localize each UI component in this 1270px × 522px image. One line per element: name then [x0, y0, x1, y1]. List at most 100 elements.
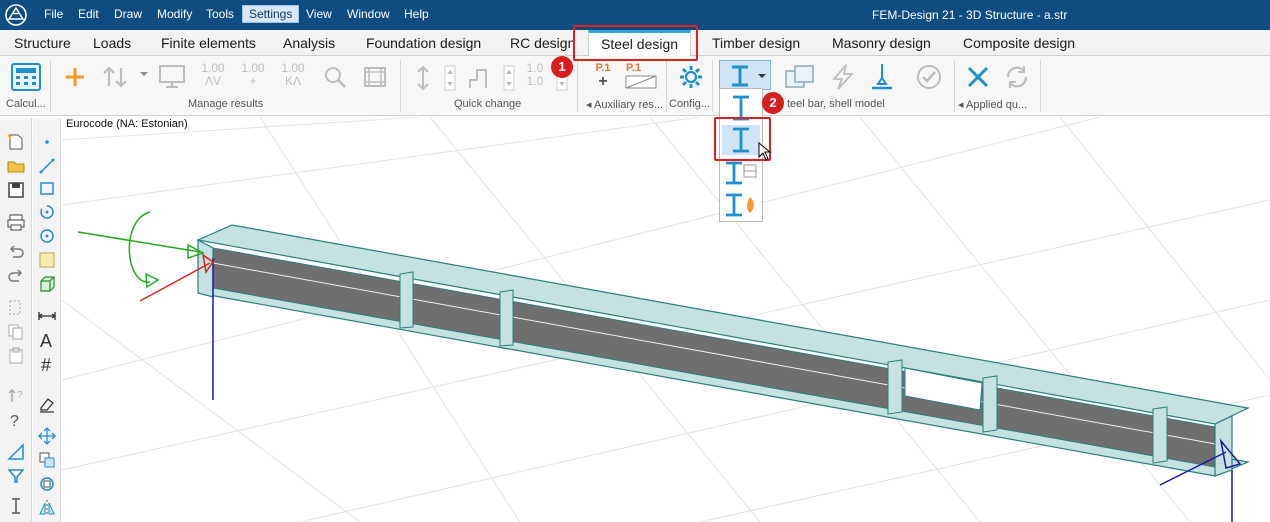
dimension-icon[interactable] — [37, 306, 57, 326]
beam-web — [212, 247, 1233, 471]
i-beam-fire-icon — [726, 193, 754, 217]
copy-move-icon[interactable] — [37, 450, 57, 470]
sort-arrows-icon[interactable] — [101, 64, 131, 90]
tab-analysis[interactable]: Analysis — [283, 35, 335, 51]
spinner-icon[interactable] — [443, 64, 457, 92]
circle-icon[interactable] — [37, 226, 57, 246]
svg-text:#: # — [41, 355, 51, 374]
scale-factor-icon[interactable]: 1.0 1.0 — [522, 62, 548, 88]
lightning-icon[interactable] — [828, 63, 858, 91]
pen-icon[interactable] — [868, 62, 896, 92]
print-icon[interactable] — [6, 212, 26, 232]
tab-rc-design[interactable]: RC design — [510, 35, 575, 51]
refresh-icon[interactable] — [1002, 63, 1032, 91]
tab-composite-design[interactable]: Composite design — [963, 35, 1075, 51]
number-format-c-icon[interactable]: 1.00 KΛ — [278, 62, 308, 88]
spinner-icon[interactable] — [502, 64, 516, 92]
dropdown-item-bar-fire[interactable] — [722, 189, 760, 219]
callout-badge-1: 1 — [551, 56, 573, 78]
dropdown-item-bar-table[interactable] — [722, 157, 760, 187]
filter-icon[interactable] — [6, 466, 26, 486]
help-arrow-icon[interactable]: ? — [6, 386, 26, 406]
redo-icon[interactable] — [6, 266, 26, 286]
group-label-applied: ◂ Applied qu... — [958, 99, 1028, 111]
auxiliary-label: Auxiliary res... — [593, 99, 664, 111]
tab-finite-elements[interactable]: Finite elements — [161, 35, 256, 51]
beam-centerline — [212, 262, 1233, 448]
monitor-icon[interactable] — [158, 64, 186, 90]
app-logo-icon[interactable] — [4, 3, 28, 27]
group-divider — [712, 60, 713, 112]
group-divider — [577, 60, 578, 112]
menu-tools[interactable]: Tools — [206, 7, 234, 21]
box-icon[interactable] — [37, 274, 57, 294]
group-divider — [400, 60, 401, 112]
menu-help[interactable]: Help — [404, 7, 429, 21]
vertical-arrows-icon[interactable] — [410, 64, 436, 92]
open-folder-icon[interactable] — [6, 156, 26, 176]
3d-viewport[interactable] — [62, 117, 1270, 522]
auxiliary-label-p1b: P.1 — [626, 62, 642, 74]
eraser-icon[interactable] — [37, 394, 57, 414]
copy-icon[interactable] — [6, 322, 26, 342]
beam-top-flange — [195, 224, 1250, 425]
step-icon[interactable] — [466, 64, 492, 92]
steel-bar-design-dropdown[interactable] — [719, 60, 771, 90]
text-cursor-icon[interactable] — [6, 496, 26, 516]
add-auxiliary-result-icon[interactable]: P.1 + — [592, 62, 614, 90]
hash-icon[interactable]: # — [37, 354, 57, 374]
region-icon[interactable] — [37, 250, 57, 270]
menu-window[interactable]: Window — [347, 7, 390, 21]
tab-timber-design[interactable]: Timber design — [712, 35, 800, 51]
auxiliary-diagram-icon[interactable]: P.1 — [624, 62, 658, 92]
undo-icon[interactable] — [6, 242, 26, 262]
move-icon[interactable] — [37, 426, 57, 446]
rotate-icon[interactable] — [37, 474, 57, 494]
paste-icon[interactable] — [6, 346, 26, 366]
cut-icon[interactable] — [6, 298, 26, 318]
left-toolbar-draw: A # — [33, 118, 61, 522]
angle-icon[interactable] — [6, 442, 26, 462]
i-beam-table-icon — [726, 161, 757, 185]
menu-modify[interactable]: Modify — [157, 7, 192, 21]
add-result-icon[interactable] — [64, 66, 86, 88]
arc-icon[interactable] — [37, 202, 57, 222]
chevron-down-icon[interactable] — [140, 70, 148, 78]
tab-structure[interactable]: Structure — [14, 35, 71, 51]
tab-foundation-design[interactable]: Foundation design — [366, 35, 481, 51]
left-toolbar-file: ? ? — [0, 118, 32, 522]
menu-draw[interactable]: Draw — [114, 7, 142, 21]
group-label-manage-results: Manage results — [188, 98, 264, 110]
search-icon[interactable] — [322, 64, 348, 90]
line-icon[interactable] — [37, 156, 57, 176]
number-format-b-icon[interactable]: 1.00 + — [238, 62, 268, 88]
menu-settings[interactable]: Settings — [242, 5, 300, 23]
plus-icon: + — [598, 73, 608, 90]
question-icon[interactable]: ? — [6, 410, 26, 430]
tab-loads[interactable]: Loads — [93, 35, 131, 51]
shell-model-icon[interactable] — [783, 63, 817, 91]
gear-icon[interactable] — [677, 63, 705, 91]
table-frame-icon[interactable] — [362, 64, 388, 90]
tab-masonry-design[interactable]: Masonry design — [832, 35, 931, 51]
rectangle-icon[interactable] — [37, 178, 57, 198]
group-label-quick-change: Quick change — [454, 98, 522, 110]
number-format-a-icon[interactable]: 1.00 ΛV — [198, 62, 228, 88]
x-axis-line — [77, 231, 201, 253]
point-icon[interactable] — [37, 132, 57, 152]
number-format-a-bottom: ΛV — [204, 74, 222, 88]
mirror-icon[interactable] — [37, 498, 57, 518]
text-icon[interactable]: A — [37, 330, 57, 350]
applied-label: Applied qu... — [965, 99, 1028, 111]
menu-edit[interactable]: Edit — [78, 7, 99, 21]
number-format-b-bottom: + — [249, 74, 257, 88]
menu-view[interactable]: View — [306, 7, 332, 21]
new-file-icon[interactable] — [6, 132, 26, 152]
calculator-icon[interactable] — [10, 62, 42, 92]
cross-icon[interactable] — [964, 63, 992, 91]
save-icon[interactable] — [6, 180, 26, 200]
svg-text:?: ? — [10, 413, 19, 430]
check-circle-icon[interactable] — [914, 62, 944, 92]
menu-file[interactable]: File — [44, 7, 63, 21]
svg-text:?: ? — [17, 390, 23, 401]
